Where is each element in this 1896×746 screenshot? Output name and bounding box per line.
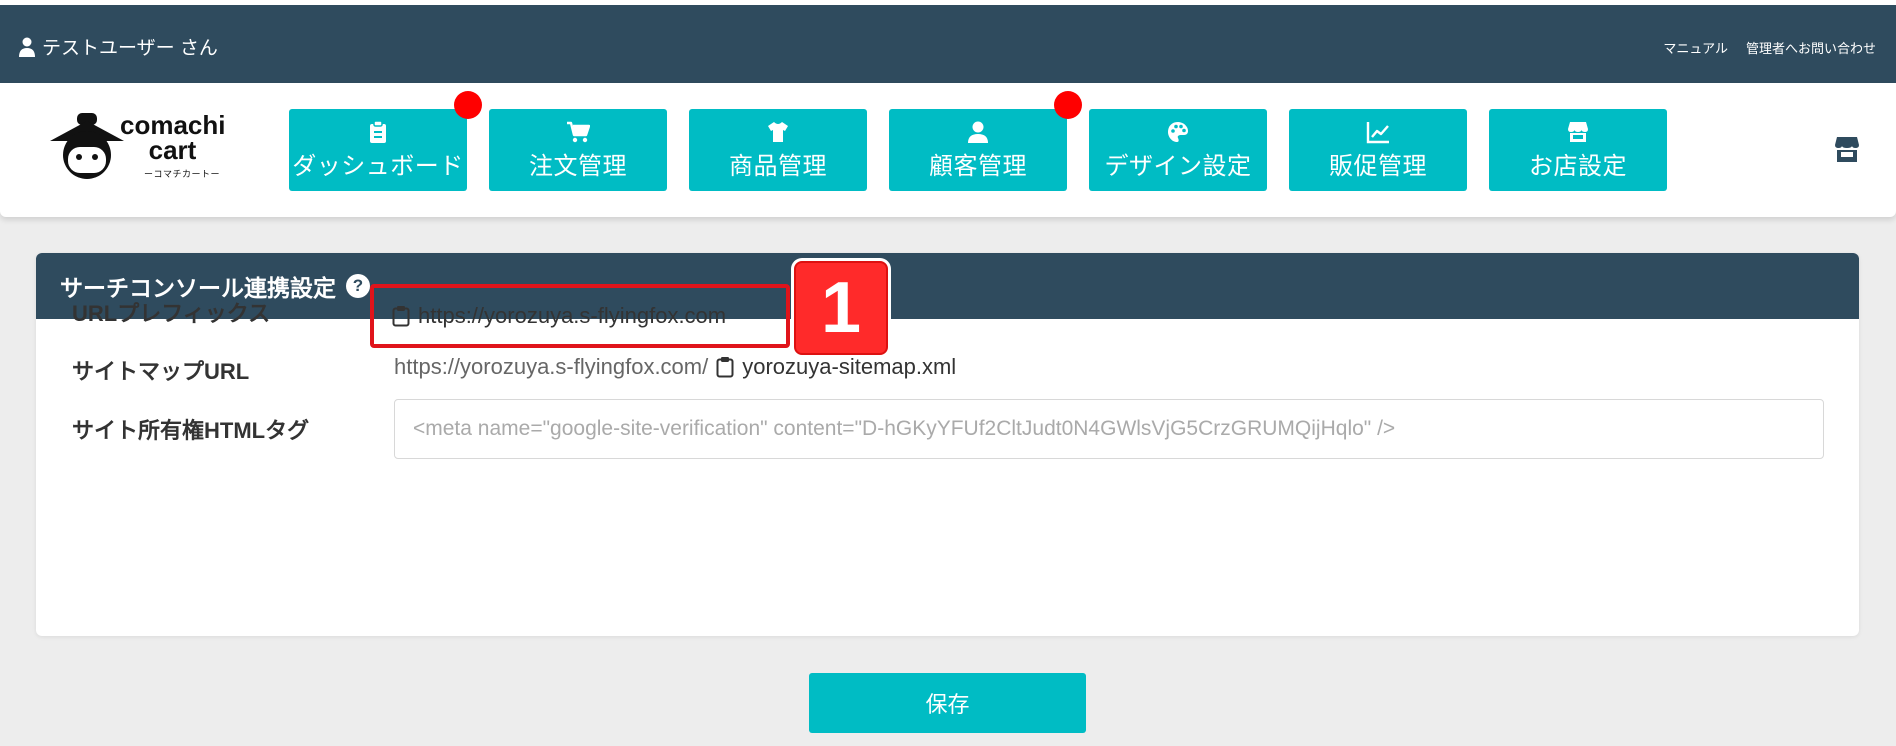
user-icon: [19, 37, 35, 57]
nav-promotion-label: 販促管理: [1329, 152, 1427, 180]
nav-store-settings-label: お店設定: [1529, 152, 1627, 180]
nav-design-button[interactable]: デザイン設定: [1089, 109, 1267, 191]
sitemap-label: サイトマップURL: [72, 359, 250, 384]
nav-orders-label: 注文管理: [529, 152, 627, 180]
shirt-icon: [768, 121, 788, 142]
manual-link[interactable]: マニュアル: [1663, 38, 1728, 57]
clipboard-copy-icon: [716, 357, 734, 378]
header-links: マニュアル 管理者へお問い合わせ: [1663, 38, 1876, 57]
cart-icon: [567, 121, 590, 142]
top-bar: テストユーザー さん マニュアル 管理者へお問い合わせ: [0, 5, 1896, 83]
nav-customers-label: 顧客管理: [929, 152, 1027, 180]
nav-products-label: 商品管理: [729, 152, 827, 180]
user-icon: [968, 121, 988, 143]
user-name: テストユーザー さん: [42, 38, 218, 59]
user-info[interactable]: テストユーザー さん: [18, 33, 218, 60]
save-button[interactable]: 保存: [809, 673, 1086, 733]
sitemap-base-url: https://yorozuya.s-flyingfox.com/: [394, 354, 709, 379]
main-nav: comachi cart ーコマチカートー ダッシュボード 注文管理 商品管理 …: [0, 83, 1896, 217]
store-icon[interactable]: [1834, 135, 1860, 163]
nav-dashboard-button[interactable]: ダッシュボード: [289, 109, 467, 191]
panel-header: サーチコンソール連携設定 ?: [36, 253, 1859, 319]
html-tag-label: サイト所有権HTMLタグ: [72, 418, 310, 443]
chart-line-icon: [1366, 121, 1389, 143]
search-console-panel: サーチコンソール連携設定 ? URLプレフィックス https://yorozu…: [36, 253, 1859, 636]
contact-admin-link[interactable]: 管理者へお問い合わせ: [1746, 38, 1876, 57]
step-number-badge: 1: [794, 261, 888, 355]
logo[interactable]: comachi cart ーコマチカートー: [48, 111, 238, 187]
customers-notification-badge: [1054, 91, 1082, 119]
store-icon: [1568, 121, 1588, 142]
nav-products-button[interactable]: 商品管理: [689, 109, 867, 191]
url-prefix-value: https://yorozuya.s-flyingfox.com: [418, 303, 727, 328]
logo-text: comachi cart: [120, 112, 226, 165]
nav-design-label: デザイン設定: [1104, 152, 1252, 180]
clipboard-copy-icon: [392, 306, 410, 327]
nav-customers-button[interactable]: 顧客管理: [889, 109, 1067, 191]
logo-subtitle: ーコマチカートー: [144, 169, 221, 179]
url-prefix-label: URLプレフィックス: [72, 301, 271, 326]
nav-store-settings-button[interactable]: お店設定: [1489, 109, 1667, 191]
logo-line2: cart: [148, 135, 197, 165]
url-prefix-copy[interactable]: https://yorozuya.s-flyingfox.com: [370, 284, 790, 348]
help-icon[interactable]: ?: [346, 274, 370, 298]
sitemap-url: https://yorozuya.s-flyingfox.com/ yorozu…: [394, 354, 956, 380]
nav-promotion-button[interactable]: 販促管理: [1289, 109, 1467, 191]
clipboard-icon: [370, 119, 386, 143]
palette-icon: [1168, 121, 1188, 142]
html-tag-input[interactable]: [394, 399, 1824, 459]
nav-dashboard-label: ダッシュボード: [292, 152, 464, 180]
sitemap-file-copy[interactable]: yorozuya-sitemap.xml: [716, 354, 956, 380]
nav-orders-button[interactable]: 注文管理: [489, 109, 667, 191]
dashboard-notification-badge: [454, 91, 482, 119]
sitemap-file-name: yorozuya-sitemap.xml: [742, 354, 957, 379]
logo-mascot-icon: [50, 113, 124, 179]
